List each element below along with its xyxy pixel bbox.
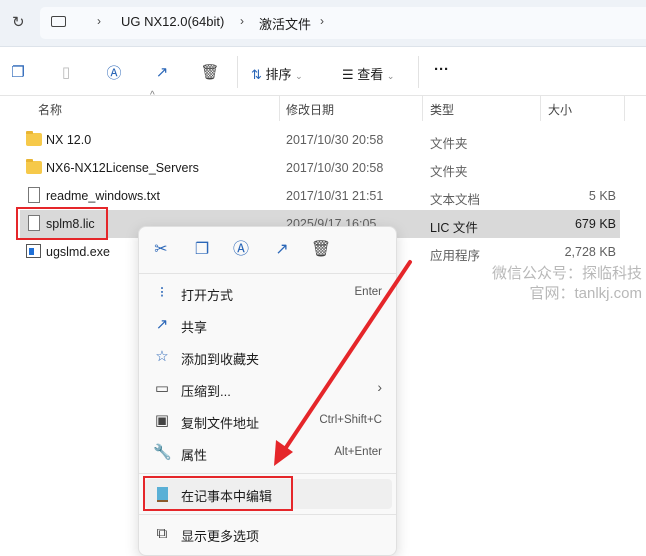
red-arrow [274,260,412,466]
